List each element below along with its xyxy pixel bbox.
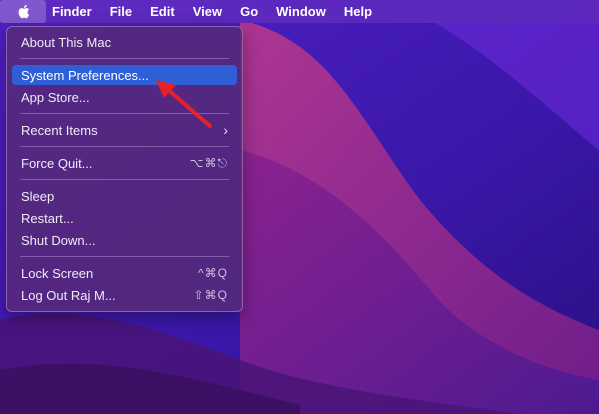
menu-bar: Finder File Edit View Go Window Help xyxy=(0,0,599,23)
menu-item-label: Shut Down... xyxy=(21,232,96,248)
apple-menu-button[interactable] xyxy=(0,0,46,23)
keyboard-shortcut: ⇧⌘Q xyxy=(193,288,228,302)
menu-item-restart[interactable]: Restart... xyxy=(12,208,237,228)
menubar-file[interactable]: File xyxy=(101,0,141,23)
menu-item-lock-screen[interactable]: Lock Screen ^⌘Q xyxy=(12,263,237,283)
menu-item-label: Log Out Raj M... xyxy=(21,287,116,303)
keyboard-shortcut: ^⌘Q xyxy=(198,266,228,280)
menubar-help[interactable]: Help xyxy=(335,0,381,23)
menubar-edit[interactable]: Edit xyxy=(141,0,184,23)
keyboard-shortcut: ⌥⌘⎋ xyxy=(189,155,228,170)
menu-item-label: Restart... xyxy=(21,210,74,226)
chevron-right-icon: › xyxy=(223,122,228,138)
apple-dropdown-menu: About This Mac System Preferences... App… xyxy=(6,26,243,312)
menubar-finder[interactable]: Finder xyxy=(46,0,101,23)
menu-separator xyxy=(20,256,229,257)
menu-item-label: System Preferences... xyxy=(21,67,149,83)
menu-item-sleep[interactable]: Sleep xyxy=(12,186,237,206)
menu-item-force-quit[interactable]: Force Quit... ⌥⌘⎋ xyxy=(12,153,237,173)
menu-separator xyxy=(20,179,229,180)
apple-logo-icon xyxy=(18,4,29,19)
menubar-go[interactable]: Go xyxy=(231,0,267,23)
menu-item-log-out[interactable]: Log Out Raj M... ⇧⌘Q xyxy=(12,285,237,305)
menu-item-label: Recent Items xyxy=(21,122,98,138)
menu-separator xyxy=(20,58,229,59)
menu-item-label: Force Quit... xyxy=(21,155,93,171)
menu-item-label: About This Mac xyxy=(21,34,112,50)
red-arrow-icon xyxy=(156,80,212,128)
menu-item-label: Lock Screen xyxy=(21,265,94,281)
menu-item-label: App Store... xyxy=(21,89,90,105)
menu-item-shut-down[interactable]: Shut Down... xyxy=(12,230,237,250)
menu-separator xyxy=(20,146,229,147)
menubar-window[interactable]: Window xyxy=(267,0,335,23)
menu-item-about-this-mac[interactable]: About This Mac xyxy=(12,32,237,52)
menubar-view[interactable]: View xyxy=(184,0,231,23)
menu-item-label: Sleep xyxy=(21,188,55,204)
